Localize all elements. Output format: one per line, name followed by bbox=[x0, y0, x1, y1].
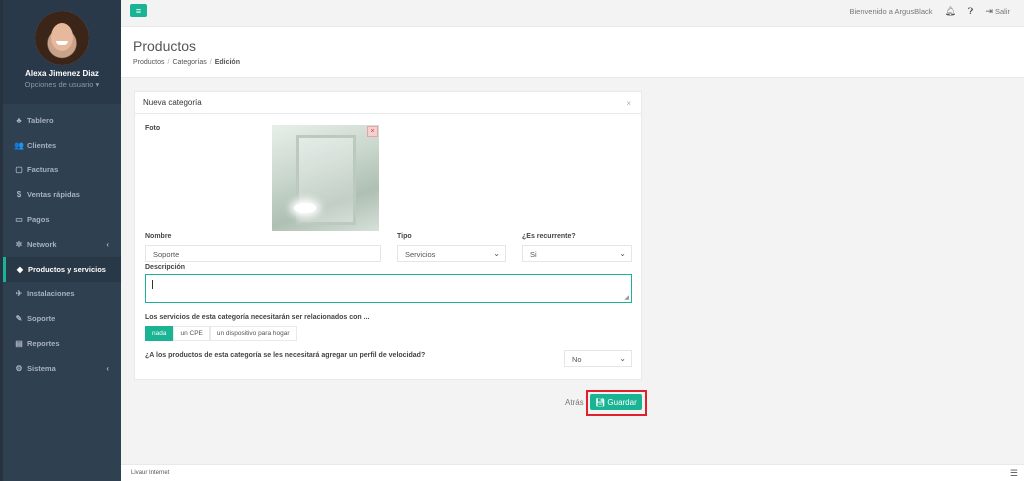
relation-option-nada[interactable]: nada bbox=[145, 326, 174, 341]
network-icon: ✲ bbox=[15, 239, 23, 249]
sidebar-item-sistema[interactable]: ⚙ Sistema ‹ bbox=[3, 356, 121, 381]
page-header: Productos Productos / Categorías / Edición bbox=[121, 27, 1024, 78]
menu-toggle-button[interactable]: ≡ bbox=[130, 4, 147, 17]
description-label: Descripción bbox=[145, 264, 186, 271]
sidebar-item-ventas-rapidas[interactable]: $ Ventas rápidas bbox=[3, 182, 121, 207]
logout-link[interactable]: ⇥ Salir bbox=[985, 6, 1010, 17]
sidebar-item-tablero[interactable]: ♣ Tablero bbox=[3, 108, 121, 133]
gears-icon: ⚙ bbox=[15, 363, 23, 373]
close-icon[interactable]: × bbox=[626, 99, 631, 108]
save-button[interactable]: 💾︎ Guardar bbox=[590, 394, 642, 410]
sidebar-item-soporte[interactable]: ✎ Soporte bbox=[3, 306, 121, 331]
chevron-down-icon: ⌄ bbox=[493, 249, 500, 258]
book-icon: ▤ bbox=[15, 339, 23, 349]
recurring-label: ¿Es recurrente? bbox=[522, 233, 576, 240]
hamburger-icon: ≡ bbox=[135, 5, 142, 16]
sidebar-item-reportes[interactable]: ▤ Reportes bbox=[3, 331, 121, 356]
chevron-down-icon: ⌄ bbox=[619, 249, 626, 258]
profile-block: Alexa Jimenez Diaz Opciones de usuario ▾ bbox=[3, 0, 121, 104]
floppy-icon: 💾︎ bbox=[595, 397, 606, 407]
breadcrumb-productos[interactable]: Productos bbox=[133, 59, 165, 66]
sidebar-item-clientes[interactable]: 👥 Clientes bbox=[3, 133, 121, 158]
sidebar-item-pagos[interactable]: ▭ Pagos bbox=[3, 207, 121, 232]
page-title: Productos bbox=[133, 38, 197, 54]
chevron-down-icon: ⌄ bbox=[619, 354, 626, 363]
chevron-left-icon: ‹ bbox=[106, 363, 109, 373]
breadcrumb: Productos / Categorías / Edición bbox=[133, 59, 240, 66]
sidebar: Alexa Jimenez Diaz Opciones de usuario ▾… bbox=[0, 0, 121, 481]
avatar[interactable] bbox=[35, 11, 89, 65]
relation-option-cpe[interactable]: un CPE bbox=[173, 326, 210, 341]
delete-photo-button[interactable]: × bbox=[367, 126, 378, 137]
panel-title: Nueva categoría bbox=[143, 98, 202, 107]
type-select[interactable]: Servicios ⌄ bbox=[397, 245, 506, 262]
name-input[interactable]: Soporte bbox=[145, 245, 381, 262]
dashboard-icon: ♣ bbox=[16, 115, 22, 125]
speed-profile-label: ¿A los productos de esta categoría se le… bbox=[145, 352, 426, 359]
sidebar-item-facturas[interactable]: ▢ Facturas bbox=[3, 158, 121, 183]
card-icon: ▭ bbox=[15, 215, 23, 225]
users-icon: 👥 bbox=[14, 140, 24, 150]
top-navbar: ≡ Bienvenido a ArgusBlack 🔔︎ ❓︎ ⇥ Salir bbox=[121, 0, 1024, 27]
bell-icon[interactable]: 🔔︎ bbox=[944, 6, 955, 17]
relation-option-dispositivo-hogar[interactable]: un dispositivo para hogar bbox=[209, 326, 297, 341]
recurring-select[interactable]: Si ⌄ bbox=[522, 245, 632, 262]
type-label: Tipo bbox=[397, 233, 412, 240]
relation-label: Los servicios de esta categoría necesita… bbox=[145, 314, 370, 321]
category-photo[interactable]: × bbox=[272, 125, 379, 231]
resize-handle-icon[interactable]: ◢ bbox=[624, 294, 629, 301]
speed-profile-select[interactable]: No ⌄ bbox=[564, 350, 632, 367]
sidebar-item-instalaciones[interactable]: ✈ Instalaciones bbox=[3, 282, 121, 307]
welcome-text: Bienvenido a ArgusBlack bbox=[849, 7, 933, 16]
sidebar-nav: ♣ Tablero 👥 Clientes ▢ Facturas $ Ventas ráp… bbox=[3, 108, 121, 381]
file-icon: ▢ bbox=[15, 165, 23, 175]
sidebar-item-network[interactable]: ✲ Network ‹ bbox=[3, 232, 121, 257]
back-link[interactable]: Atrás bbox=[565, 398, 584, 407]
sidebar-item-productos-y-servicios[interactable]: ◆ Productos y servicios bbox=[3, 256, 121, 282]
plane-icon: ✈ bbox=[15, 289, 23, 299]
panel-header: Nueva categoría × bbox=[135, 92, 641, 114]
help-icon[interactable]: ❓︎ bbox=[968, 6, 973, 17]
footer-text: Livaur Internet bbox=[131, 470, 170, 476]
name-label: Nombre bbox=[145, 233, 172, 240]
description-textarea[interactable]: ◢ bbox=[145, 274, 632, 303]
dollar-icon: $ bbox=[16, 190, 22, 200]
chevron-left-icon: ‹ bbox=[106, 239, 109, 249]
server-icon[interactable]: ☰ bbox=[1010, 468, 1018, 479]
top-right-actions: Bienvenido a ArgusBlack 🔔︎ ❓︎ ⇥ Salir bbox=[850, 6, 1010, 17]
breadcrumb-categorias[interactable]: Categorías bbox=[172, 59, 206, 66]
tag-icon: ◆ bbox=[16, 264, 24, 274]
user-options-dropdown[interactable]: Opciones de usuario ▾ bbox=[3, 80, 121, 89]
relation-button-group: nada un CPE un dispositivo para hogar bbox=[145, 326, 297, 341]
close-icon: × bbox=[370, 128, 375, 135]
footer: Livaur Internet ☰ bbox=[121, 464, 1024, 481]
profile-name: Alexa Jimenez Diaz bbox=[25, 69, 99, 78]
wrench-icon: ✎ bbox=[15, 314, 23, 324]
photo-label: Foto bbox=[145, 125, 161, 132]
breadcrumb-edicion: Edición bbox=[214, 59, 240, 66]
sign-out-icon: ⇥ bbox=[985, 6, 993, 16]
category-form-panel: Nueva categoría × Foto × Nombre Soporte … bbox=[134, 91, 642, 380]
